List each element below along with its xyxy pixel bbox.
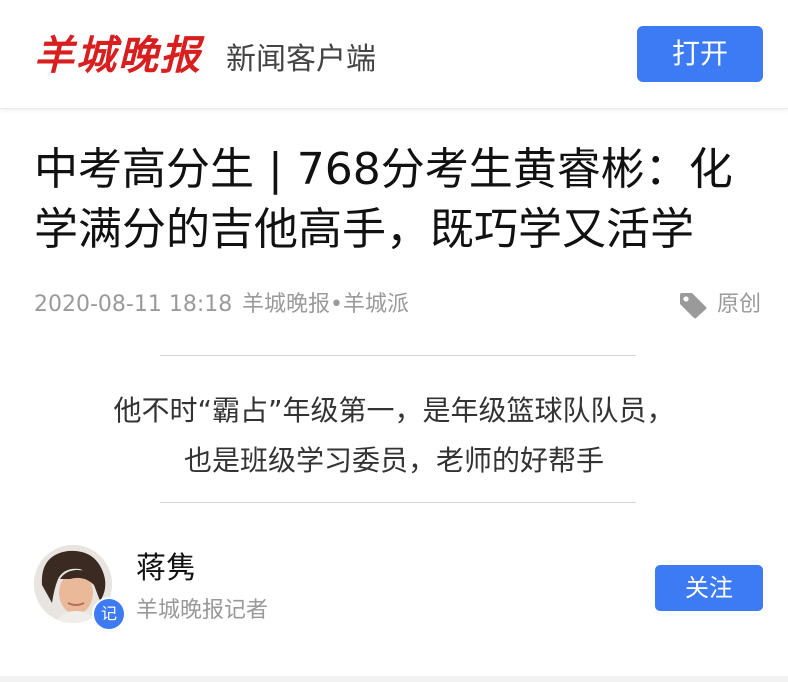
open-app-button[interactable]: 打开	[637, 26, 763, 82]
article-meta: 2020-08-11 18:18 羊城晚报•羊城派 原创	[34, 288, 764, 322]
section-separator	[0, 676, 788, 682]
original-label: 原创	[717, 292, 762, 317]
author-name[interactable]: 蒋隽	[136, 549, 196, 589]
author-card: 记 蒋隽 羊城晚报记者 关注	[34, 545, 764, 635]
tag-icon	[680, 293, 707, 319]
article-title: 中考高分生 | 768分考生黄睿彬：化学满分的吉他高手，既巧学又活学	[34, 144, 733, 255]
article-source[interactable]: 羊城晚报•羊城派	[242, 288, 409, 322]
article-summary: 他不时“霸占”年级第一，是年级篮球队队员， 也是班级学习委员，老师的好帮手	[34, 386, 754, 486]
app-header: 羊城晚报 新闻客户端 打开	[0, 0, 788, 109]
summary-line: 也是班级学习委员，老师的好帮手	[183, 444, 604, 477]
summary-divider-bottom	[160, 502, 636, 503]
follow-button[interactable]: 关注	[655, 565, 763, 611]
summary-divider-top	[160, 355, 636, 356]
brand-logo[interactable]: 羊城晚报	[34, 28, 202, 84]
client-label: 新闻客户端	[226, 42, 376, 77]
reporter-badge: 记	[92, 597, 126, 631]
author-role: 羊城晚报记者	[136, 598, 269, 623]
summary-line: 他不时“霸占”年级第一，是年级篮球队队员，	[113, 394, 675, 427]
publish-date: 2020-08-11 18:18	[34, 292, 233, 317]
